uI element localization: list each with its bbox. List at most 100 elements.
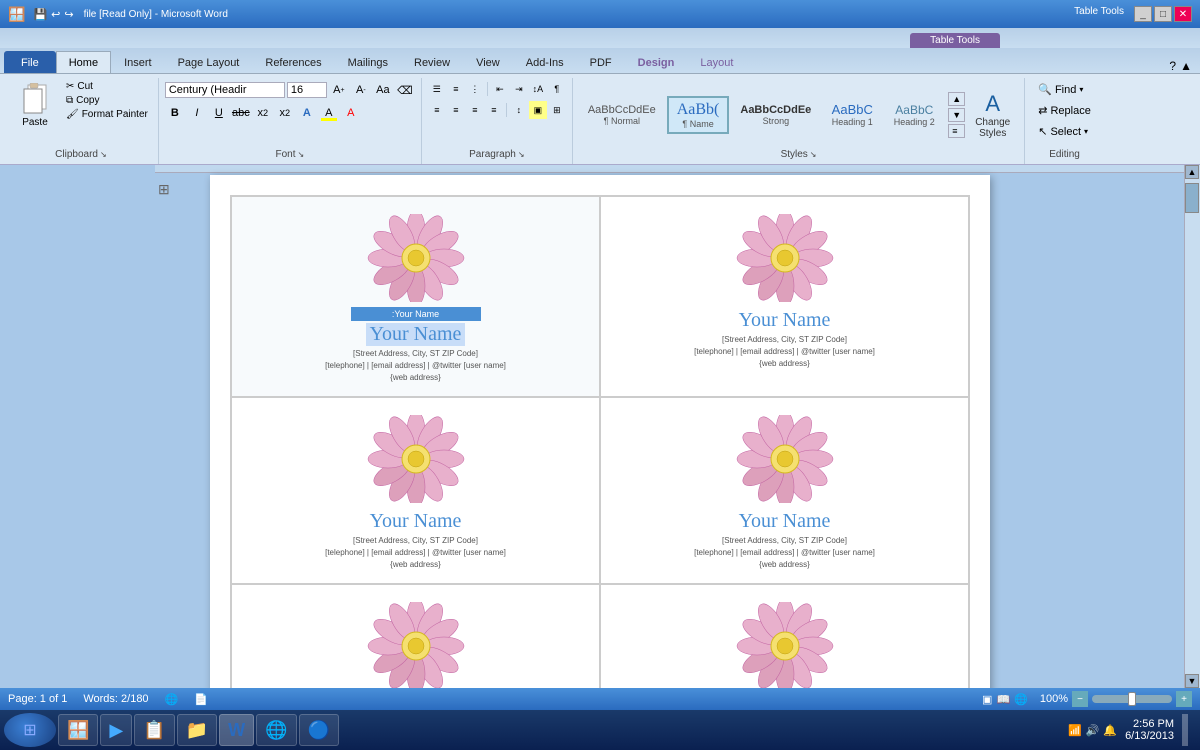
tab-review[interactable]: Review (401, 51, 463, 73)
minimize-button[interactable]: _ (1134, 6, 1152, 22)
italic-button[interactable]: I (187, 103, 207, 123)
tab-design[interactable]: Design (625, 51, 688, 73)
font-color-button[interactable]: A (341, 103, 361, 123)
styles-more-button[interactable]: ≡ (948, 124, 965, 138)
cut-button[interactable]: ✂ Cut (62, 80, 152, 93)
tab-home[interactable]: Home (56, 51, 111, 73)
superscript-button[interactable]: x2 (275, 103, 295, 123)
maximize-button[interactable]: □ (1154, 6, 1172, 22)
view-web-icon[interactable]: 🌐 (1014, 693, 1028, 706)
show-desktop-button[interactable] (1182, 714, 1188, 746)
sort-button[interactable]: ↕A (529, 80, 547, 98)
style-name[interactable]: AaBb( ¶ Name (667, 96, 730, 134)
font-name-input[interactable] (165, 82, 285, 98)
align-center-button[interactable]: ≡ (447, 101, 465, 119)
taskbar-btn-ie[interactable]: 🌐 (256, 714, 296, 746)
shading-button[interactable]: ▣ (529, 101, 547, 119)
select-button[interactable]: ↖ Select ▾ (1031, 122, 1095, 141)
card-3-name[interactable]: Your Name (370, 510, 462, 533)
start-button[interactable]: ⊞ (4, 713, 56, 747)
font-shrink-button[interactable]: A- (351, 80, 371, 100)
change-styles-button[interactable]: A Change Styles (967, 87, 1018, 143)
zoom-slider-thumb[interactable] (1128, 692, 1136, 706)
card-cell-6[interactable] (600, 584, 969, 688)
card-cell-5[interactable] (231, 584, 600, 688)
tab-references[interactable]: References (252, 51, 334, 73)
font-size-input[interactable] (287, 82, 327, 98)
line-spacing-button[interactable]: ↕ (510, 101, 528, 119)
replace-button[interactable]: ⇄ Replace (1031, 101, 1098, 120)
help-icon[interactable]: ? (1169, 59, 1176, 73)
bold-button[interactable]: B (165, 103, 185, 123)
increase-indent-button[interactable]: ⇥ (510, 80, 528, 98)
align-right-button[interactable]: ≡ (466, 101, 484, 119)
zoom-out-button[interactable]: − (1072, 691, 1088, 707)
scroll-up-button[interactable]: ▲ (1185, 165, 1199, 179)
card-cell-2[interactable]: Your Name [Street Address, City, ST ZIP … (600, 196, 969, 397)
find-button[interactable]: 🔍 Find ▾ (1031, 80, 1090, 99)
borders-button[interactable]: ⊞ (548, 101, 566, 119)
format-painter-button[interactable]: 🖌 Format Painter (62, 108, 152, 121)
select-dropdown-icon[interactable]: ▾ (1084, 127, 1088, 136)
align-left-button[interactable]: ≡ (428, 101, 446, 119)
styles-scroll-down[interactable]: ▼ (948, 108, 965, 122)
card-4-name[interactable]: Your Name (739, 510, 831, 533)
close-button[interactable]: ✕ (1174, 6, 1192, 22)
clipboard-expand-icon[interactable]: ↘ (100, 150, 107, 159)
text-effects-button[interactable]: A (297, 103, 317, 123)
style-heading1[interactable]: AaBbC Heading 1 (822, 98, 882, 131)
style-normal[interactable]: AaBbCcDdEe ¶ Normal (579, 100, 665, 130)
tab-insert[interactable]: Insert (111, 51, 165, 73)
view-reading-icon[interactable]: 📖 (996, 693, 1010, 706)
taskbar-btn-word[interactable]: W (219, 714, 254, 746)
strikethrough-button[interactable]: abc (231, 103, 251, 123)
card-1-name[interactable]: Your Name (366, 323, 466, 346)
show-formatting-button[interactable]: ¶ (548, 80, 566, 98)
scroll-down-button[interactable]: ▼ (1185, 674, 1199, 688)
copy-button[interactable]: ⧉ Copy (62, 94, 152, 107)
justify-button[interactable]: ≡ (485, 101, 503, 119)
card-cell-3[interactable]: Your Name [Street Address, City, ST ZIP … (231, 397, 600, 584)
find-dropdown-icon[interactable]: ▾ (1079, 85, 1083, 94)
tab-file[interactable]: File (4, 51, 56, 73)
card-cell-1[interactable]: :Your Name Your Name [Street Address, Ci… (231, 196, 600, 397)
text-highlight-button[interactable]: A (319, 103, 339, 123)
tab-mailings[interactable]: Mailings (335, 51, 401, 73)
tab-pagelayout[interactable]: Page Layout (165, 51, 253, 73)
underline-button[interactable]: U (209, 103, 229, 123)
tab-pdf[interactable]: PDF (577, 51, 625, 73)
taskbar-btn-1[interactable]: 🪟 (58, 714, 98, 746)
change-case-button[interactable]: Aa (373, 80, 393, 100)
paste-button[interactable]: Paste (10, 80, 60, 133)
clear-formatting-button[interactable]: ⌫ (395, 80, 415, 100)
numbering-button[interactable]: ≡ (447, 80, 465, 98)
bullets-button[interactable]: ☰ (428, 80, 446, 98)
collapse-ribbon-icon[interactable]: ▲ (1180, 59, 1192, 73)
scroll-thumb[interactable] (1185, 183, 1199, 213)
paragraph-expand-icon[interactable]: ↘ (518, 150, 525, 159)
font-expand-icon[interactable]: ↘ (298, 150, 305, 159)
card-2-name[interactable]: Your Name (739, 309, 831, 332)
subscript-button[interactable]: x2 (253, 103, 273, 123)
multilevel-button[interactable]: ⋮ (466, 80, 484, 98)
tab-view[interactable]: View (463, 51, 513, 73)
taskbar-btn-4[interactable]: 📁 (177, 714, 217, 746)
vertical-scrollbar[interactable]: ▲ ▼ (1184, 165, 1200, 688)
zoom-in-button[interactable]: + (1176, 691, 1192, 707)
styles-scroll-up[interactable]: ▲ (948, 92, 965, 106)
card-3-address: [Street Address, City, ST ZIP Code] (353, 535, 478, 547)
taskbar-btn-2[interactable]: ▶ (100, 714, 132, 746)
style-strong[interactable]: AaBbCcDdEe Strong (731, 100, 820, 130)
add-row-button[interactable]: ⊞ (158, 181, 170, 198)
zoom-slider[interactable] (1092, 695, 1172, 703)
view-normal-icon[interactable]: ▣ (982, 693, 992, 706)
tab-addins[interactable]: Add-Ins (513, 51, 577, 73)
styles-expand-icon[interactable]: ↘ (810, 150, 817, 159)
font-grow-button[interactable]: A+ (329, 80, 349, 100)
decrease-indent-button[interactable]: ⇤ (491, 80, 509, 98)
taskbar-btn-3[interactable]: 📋 (134, 714, 174, 746)
card-cell-4[interactable]: Your Name [Street Address, City, ST ZIP … (600, 397, 969, 584)
taskbar-btn-chrome[interactable]: 🔵 (299, 714, 339, 746)
tab-layout[interactable]: Layout (687, 51, 746, 73)
style-heading2[interactable]: AaBbC Heading 2 (884, 99, 944, 131)
